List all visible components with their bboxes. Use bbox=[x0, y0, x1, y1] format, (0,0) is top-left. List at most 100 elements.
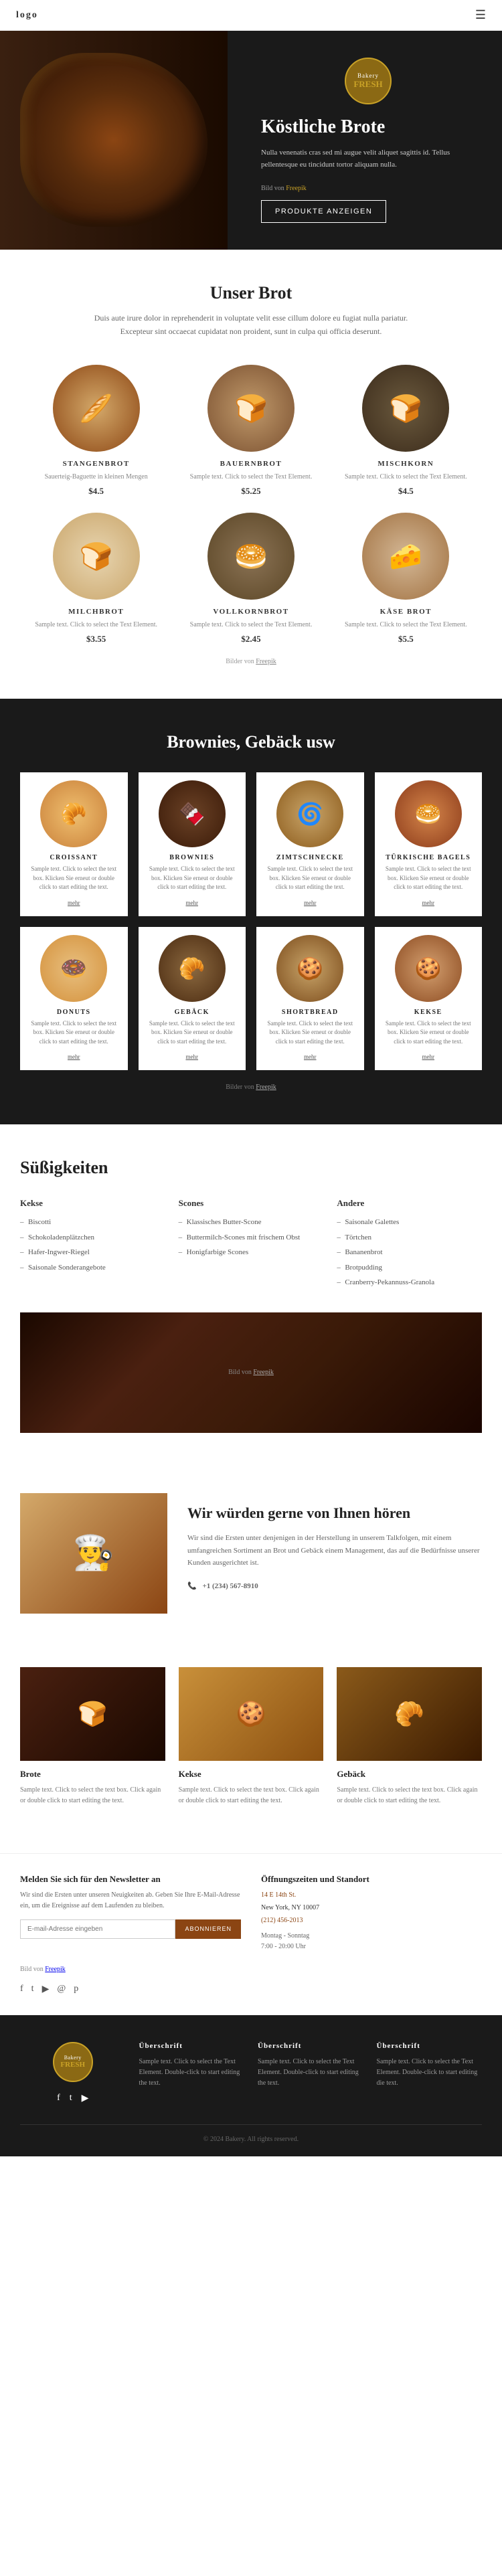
brownie-mehr-8[interactable]: mehr bbox=[422, 1053, 435, 1060]
brownie-desc-2: Sample text. Click to select the text bo… bbox=[147, 865, 238, 892]
sweets-item: Bananenbrot bbox=[337, 1247, 482, 1258]
footer-youtube-icon[interactable]: ▶ bbox=[82, 2093, 89, 2104]
brownie-mehr-7[interactable]: mehr bbox=[304, 1053, 317, 1060]
newsletter-photo-credit: Bild von Freepik bbox=[20, 1966, 482, 1973]
brownie-name-4: TÜRKISCHE BAGELS bbox=[383, 854, 475, 861]
sweets-item: Saisonale Galettes bbox=[337, 1217, 482, 1228]
brownie-item-kekse: 🍪 KEKSE Sample text. Click to select the… bbox=[375, 927, 483, 1071]
products-button[interactable]: PRODUKTE ANZEIGEN bbox=[261, 200, 386, 223]
footer-col-1: Überschrift Sample text. Click to select… bbox=[139, 2042, 245, 2104]
newsletter-form: ABONNIEREN bbox=[20, 1919, 241, 1939]
newsletter-address: Öffnungszeiten und Standort 14 E 14th St… bbox=[261, 1874, 482, 1952]
instagram-icon[interactable]: @ bbox=[57, 1984, 66, 1995]
newsletter-section: Melden Sie sich für den Newsletter an Wi… bbox=[0, 1853, 502, 2015]
three-title-2: Kekse bbox=[179, 1769, 324, 1780]
brownies-grid-row1: 🥐 CROISSANT Sample text. Click to select… bbox=[20, 772, 482, 916]
brownies-photo-credit: Bilder von Freepik bbox=[20, 1084, 482, 1091]
three-image-1: 🍞 bbox=[20, 1667, 165, 1761]
bread-price-3: $4.5 bbox=[337, 486, 475, 497]
brownie-mehr-5[interactable]: mehr bbox=[68, 1053, 80, 1060]
footer-badge: Bakery FRESH bbox=[53, 2042, 93, 2082]
menu-icon[interactable]: ☰ bbox=[475, 8, 486, 22]
sweets-grid: Kekse Biscotti Schokoladenplätzchen Hafe… bbox=[20, 1198, 482, 1292]
hero-section: Bakery FRESH Köstliche Brote Nulla venen… bbox=[0, 31, 502, 250]
hero-image bbox=[0, 31, 228, 250]
address-title: Öffnungszeiten und Standort bbox=[261, 1874, 482, 1885]
footer-social: f t ▶ bbox=[20, 2093, 126, 2104]
three-item-kekse: 🍪 Kekse Sample text. Click to select the… bbox=[179, 1667, 324, 1806]
contact-section: 👨‍🍳 Wir würden gerne von Ihnen hören Wir… bbox=[0, 1466, 502, 1640]
footer-logo-col: Bakery FRESH f t ▶ bbox=[20, 2042, 126, 2104]
youtube-icon[interactable]: ▶ bbox=[42, 1984, 50, 1995]
footer-facebook-icon[interactable]: f bbox=[57, 2093, 60, 2104]
brownie-image-8: 🍪 bbox=[395, 935, 462, 1002]
brownie-name-5: DONUTS bbox=[28, 1009, 120, 1016]
twitter-icon[interactable]: t bbox=[31, 1984, 34, 1995]
brownie-item-zimtschnecke: 🌀 ZIMTSCHNECKE Sample text. Click to sel… bbox=[256, 772, 364, 916]
brownie-mehr-2[interactable]: mehr bbox=[186, 899, 199, 906]
footer-col-title-1: Überschrift bbox=[139, 2042, 245, 2050]
bread-name-6: KÄSE BROT bbox=[337, 608, 475, 616]
pinterest-icon[interactable]: p bbox=[74, 1984, 78, 1995]
sweets-col-title-1: Kekse bbox=[20, 1198, 165, 1209]
contact-desc: Wir sind die Ersten unter denjenigen in … bbox=[187, 1532, 482, 1569]
brownie-desc-8: Sample text. Click to select the text bo… bbox=[383, 1019, 475, 1047]
brownie-mehr-3[interactable]: mehr bbox=[304, 899, 317, 906]
newsletter-email-input[interactable] bbox=[20, 1919, 175, 1939]
phone-icon: 📞 bbox=[187, 1582, 197, 1590]
bread-price-1: $4.5 bbox=[27, 486, 165, 497]
footer-bottom: © 2024 Bakery. All rights reserved. bbox=[20, 2136, 482, 2143]
newsletter-subscribe-button[interactable]: ABONNIEREN bbox=[175, 1919, 241, 1939]
bread-item: 🥯 VOLLKORNBROT Sample text. Click to sel… bbox=[181, 513, 320, 645]
address-line2: New York, NY 10007 bbox=[261, 1903, 482, 1913]
brownie-item-bagels: 🥯 TÜRKISCHE BAGELS Sample text. Click to… bbox=[375, 772, 483, 916]
brownie-image-1: 🥐 bbox=[40, 780, 107, 847]
three-item-gebaeck: 🥐 Gebäck Sample text. Click to select th… bbox=[337, 1667, 482, 1806]
sweets-list-2: Klassisches Butter-Scone Buttermilch-Sco… bbox=[179, 1217, 324, 1258]
sweets-list-3: Saisonale Galettes Törtchen Bananenbrot … bbox=[337, 1217, 482, 1288]
newsletter-signup: Melden Sie sich für den Newsletter an Wi… bbox=[20, 1874, 241, 1939]
brownie-mehr-6[interactable]: mehr bbox=[186, 1053, 199, 1060]
brownie-desc-7: Sample text. Click to select the text bo… bbox=[264, 1019, 356, 1047]
bread-desc-6: Sample text. Click to select the Text El… bbox=[337, 620, 475, 630]
brownie-mehr-4[interactable]: mehr bbox=[422, 899, 435, 906]
brownie-name-7: SHORTBREAD bbox=[264, 1009, 356, 1016]
brownie-mehr-1[interactable]: mehr bbox=[68, 899, 80, 906]
bread-item: 🍞 BAUERNBROT Sample text. Click to selec… bbox=[181, 365, 320, 497]
contact-content: Wir würden gerne von Ihnen hören Wir sin… bbox=[187, 1503, 482, 1604]
brownie-item-gebaeck: 🥐 GEBÄCK Sample text. Click to select th… bbox=[139, 927, 246, 1071]
sweets-item: Buttermilch-Scones mit frischem Obst bbox=[179, 1232, 324, 1243]
brownie-item-shortbread: 🍪 SHORTBREAD Sample text. Click to selec… bbox=[256, 927, 364, 1071]
bread-decoration bbox=[20, 53, 207, 227]
footer-col-desc-2: Sample text. Click to select the Text El… bbox=[258, 2057, 363, 2089]
bread-desc-2: Sample text. Click to select the Text El… bbox=[181, 472, 320, 482]
brownie-image-6: 🥐 bbox=[159, 935, 226, 1002]
hero-photo-credit: Bild von Freepik bbox=[261, 185, 475, 192]
bread-item: 🍞 MILCHBROT Sample text. Click to select… bbox=[27, 513, 165, 645]
footer-col-desc-1: Sample text. Click to select the Text El… bbox=[139, 2057, 245, 2089]
sweets-item: Schokoladenplätzchen bbox=[20, 1232, 165, 1243]
brownie-image-2: 🍫 bbox=[159, 780, 226, 847]
sweets-title: Süßigkeiten bbox=[20, 1158, 482, 1178]
newsletter-content: Melden Sie sich für den Newsletter an Wi… bbox=[20, 1874, 482, 1952]
bread-image-2: 🍞 bbox=[207, 365, 295, 452]
bread-grid: 🥖 STANGENBROT Sauerteig-Baguette in klei… bbox=[27, 365, 475, 645]
brownie-image-4: 🥯 bbox=[395, 780, 462, 847]
bakery-badge: Bakery FRESH bbox=[345, 58, 392, 104]
hero-content: Bakery FRESH Köstliche Brote Nulla venen… bbox=[248, 31, 502, 250]
brownie-image-3: 🌀 bbox=[276, 780, 343, 847]
sweets-item: Brotpudding bbox=[337, 1262, 482, 1274]
brownie-desc-3: Sample text. Click to select the text bo… bbox=[264, 865, 356, 892]
sweets-item: Cranberry-Pekannuss-Granola bbox=[337, 1277, 482, 1288]
bread-image-3: 🍞 bbox=[362, 365, 449, 452]
brownie-desc-4: Sample text. Click to select the text bo… bbox=[383, 865, 475, 892]
footer-divider bbox=[20, 2124, 482, 2125]
bread-price-2: $5.25 bbox=[181, 486, 320, 497]
bread-item: 🍞 MISCHKORN Sample text. Click to select… bbox=[337, 365, 475, 497]
facebook-icon[interactable]: f bbox=[20, 1984, 23, 1995]
three-title-1: Brote bbox=[20, 1769, 165, 1780]
three-col-section: 🍞 Brote Sample text. Click to select the… bbox=[0, 1640, 502, 1853]
bread-image-4: 🍞 bbox=[53, 513, 140, 600]
footer-twitter-icon[interactable]: t bbox=[70, 2093, 72, 2104]
sweets-item: Biscotti bbox=[20, 1217, 165, 1228]
